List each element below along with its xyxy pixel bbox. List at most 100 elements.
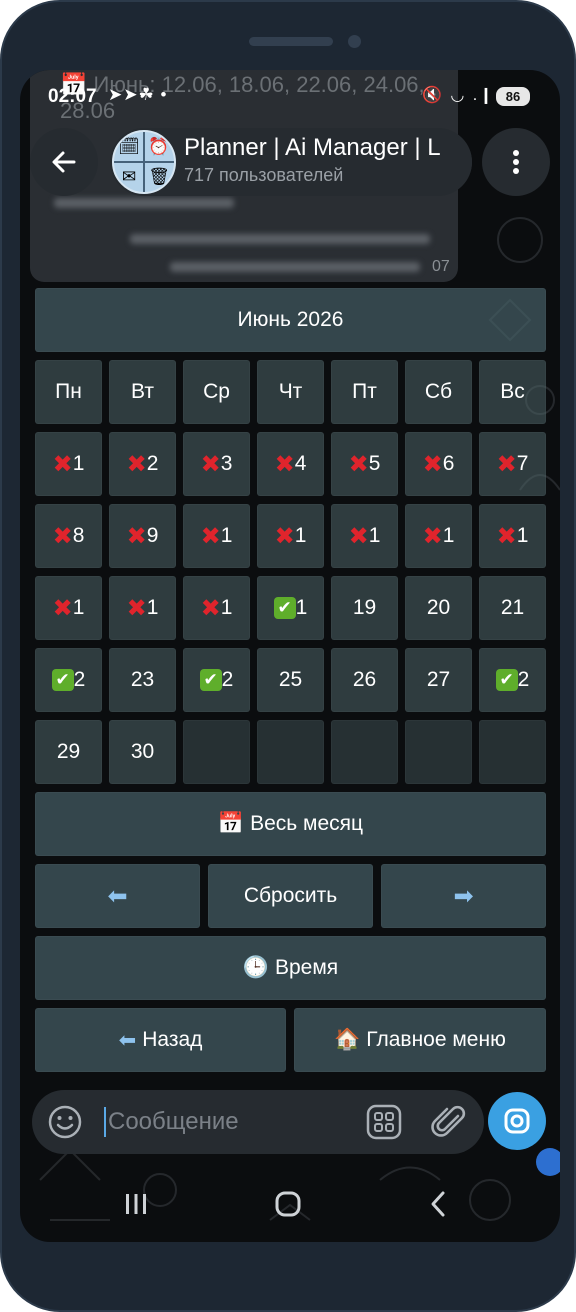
day-cell[interactable]: ✖ 1	[479, 504, 546, 568]
day-cell[interactable]: 30	[109, 720, 176, 784]
chat-avatar[interactable]: 🗓 ⏰ ✉ 🗑	[112, 130, 176, 194]
day-cell[interactable]: ✖ 8	[35, 504, 102, 568]
day-number: 7	[516, 452, 529, 475]
weekday-header[interactable]: Ср	[183, 360, 250, 424]
chat-title: Planner | Ai Manager | L	[184, 134, 441, 161]
weekday-header[interactable]: Сб	[405, 360, 472, 424]
day-cell[interactable]: ✔ 2	[183, 648, 250, 712]
weekday-label: Пт	[352, 380, 377, 403]
cross-mark-icon: ✖	[200, 450, 221, 478]
day-cell[interactable]: ✖ 2	[109, 432, 176, 496]
day-number: 1	[295, 596, 308, 619]
cross-mark-icon: ✖	[126, 594, 147, 622]
screen: 📅 Июнь: 12.06, 18.06, 22.06, 24.06, 28.0…	[20, 70, 560, 1242]
back-nav-button[interactable]: ⬅ Назад	[35, 1008, 286, 1072]
cross-mark-icon: ✖	[348, 450, 369, 478]
day-cell[interactable]: 19	[331, 576, 398, 640]
check-mark-icon: ✔	[273, 597, 296, 619]
recent-apps-button[interactable]	[116, 1186, 156, 1222]
weekday-header[interactable]: Пт	[331, 360, 398, 424]
day-cell[interactable]: ✖ 1	[331, 504, 398, 568]
cross-mark-icon: ✖	[274, 522, 295, 550]
arrow-left-icon: ⬅	[118, 1028, 137, 1052]
calendar-icon: 🗓	[118, 137, 140, 156]
message-input[interactable]	[108, 1098, 348, 1146]
weekday-label: Сб	[424, 380, 453, 403]
day-cell[interactable]: ✖ 5	[331, 432, 398, 496]
day-cell[interactable]: 23	[109, 648, 176, 712]
day-cell[interactable]: 26	[331, 648, 398, 712]
day-cell[interactable]: ✔ 2	[35, 648, 102, 712]
check-mark-icon: ✔	[495, 669, 518, 691]
day-cell[interactable]: ✖ 1	[183, 504, 250, 568]
empty-day-cell[interactable]	[257, 720, 324, 784]
day-number: 6	[442, 452, 455, 475]
clock: 02:07	[48, 86, 97, 107]
next-month-button[interactable]: ➡	[381, 864, 546, 928]
back-button[interactable]	[30, 128, 98, 196]
weekday-header[interactable]: Пн	[35, 360, 102, 424]
weekday-header[interactable]: Чт	[257, 360, 324, 424]
prev-month-button[interactable]: ⬅	[35, 864, 200, 928]
day-cell[interactable]: ✖ 3	[183, 432, 250, 496]
chat-header[interactable]: 🗓 ⏰ ✉ 🗑 Planner | Ai Manager | L 717 пол…	[110, 128, 472, 196]
main-menu-button[interactable]: 🏠 Главное меню	[294, 1008, 546, 1072]
day-cell[interactable]: ✔ 1	[257, 576, 324, 640]
empty-day-cell[interactable]	[405, 720, 472, 784]
system-back-button[interactable]	[418, 1186, 458, 1222]
empty-day-cell[interactable]	[331, 720, 398, 784]
paperclip-icon[interactable]	[430, 1102, 470, 1142]
day-cell[interactable]: ✖ 1	[35, 576, 102, 640]
day-number: 1	[72, 596, 85, 619]
emoji-icon[interactable]	[46, 1103, 84, 1141]
weekday-label: Вс	[500, 380, 525, 403]
day-cell[interactable]: ✖ 6	[405, 432, 472, 496]
weekday-label: Вт	[131, 380, 154, 403]
day-cell[interactable]: ✖ 7	[479, 432, 546, 496]
cross-mark-icon: ✖	[126, 522, 147, 550]
whole-month-button[interactable]: 📅 Весь месяц	[35, 792, 546, 856]
more-vertical-icon	[513, 150, 519, 174]
empty-day-cell[interactable]	[479, 720, 546, 784]
day-cell[interactable]: 21	[479, 576, 546, 640]
home-button[interactable]	[268, 1186, 308, 1222]
day-cell[interactable]: 29	[35, 720, 102, 784]
day-cell[interactable]: 25	[257, 648, 324, 712]
day-number: 26	[352, 668, 377, 691]
day-cell[interactable]: ✖ 1	[183, 576, 250, 640]
day-cell[interactable]: ✖ 1	[257, 504, 324, 568]
weekday-label: Чт	[278, 380, 303, 403]
day-number: 29	[56, 740, 81, 763]
time-button[interactable]: 🕒 Время	[35, 936, 546, 1000]
month-label-button[interactable]: Июнь 2026	[35, 288, 546, 352]
day-number: 30	[130, 740, 155, 763]
chevron-left-icon	[431, 1191, 445, 1217]
camera-button[interactable]	[488, 1092, 546, 1150]
more-menu-button[interactable]	[482, 128, 550, 196]
reset-button[interactable]: Сбросить	[208, 864, 373, 928]
day-cell[interactable]: ✖ 1	[109, 576, 176, 640]
month-label: Июнь 2026	[237, 308, 344, 331]
house-icon: 🏠	[334, 1028, 361, 1051]
day-cell[interactable]: ✖ 9	[109, 504, 176, 568]
arrow-left-icon	[52, 151, 76, 173]
status-bar: 02:07 ➤➤☘ • 🔇 ◡ .❙ 86	[20, 70, 560, 124]
cross-mark-icon: ✖	[496, 450, 517, 478]
cross-mark-icon: ✖	[126, 450, 147, 478]
day-number: 1	[220, 524, 233, 547]
day-cell[interactable]: ✖ 4	[257, 432, 324, 496]
day-cell[interactable]: ✖ 1	[35, 432, 102, 496]
home-icon	[275, 1191, 301, 1217]
blurred-text	[170, 262, 420, 272]
empty-day-cell[interactable]	[183, 720, 250, 784]
day-number: 1	[146, 596, 159, 619]
day-cell[interactable]: ✖ 1	[405, 504, 472, 568]
day-cell[interactable]: 20	[405, 576, 472, 640]
clock-icon: 🕒	[242, 956, 269, 979]
day-cell[interactable]: ✔ 2	[479, 648, 546, 712]
bot-menu-icon[interactable]	[366, 1104, 402, 1140]
weekday-header[interactable]: Вс	[479, 360, 546, 424]
day-number: 4	[294, 452, 307, 475]
weekday-header[interactable]: Вт	[109, 360, 176, 424]
day-cell[interactable]: 27	[405, 648, 472, 712]
